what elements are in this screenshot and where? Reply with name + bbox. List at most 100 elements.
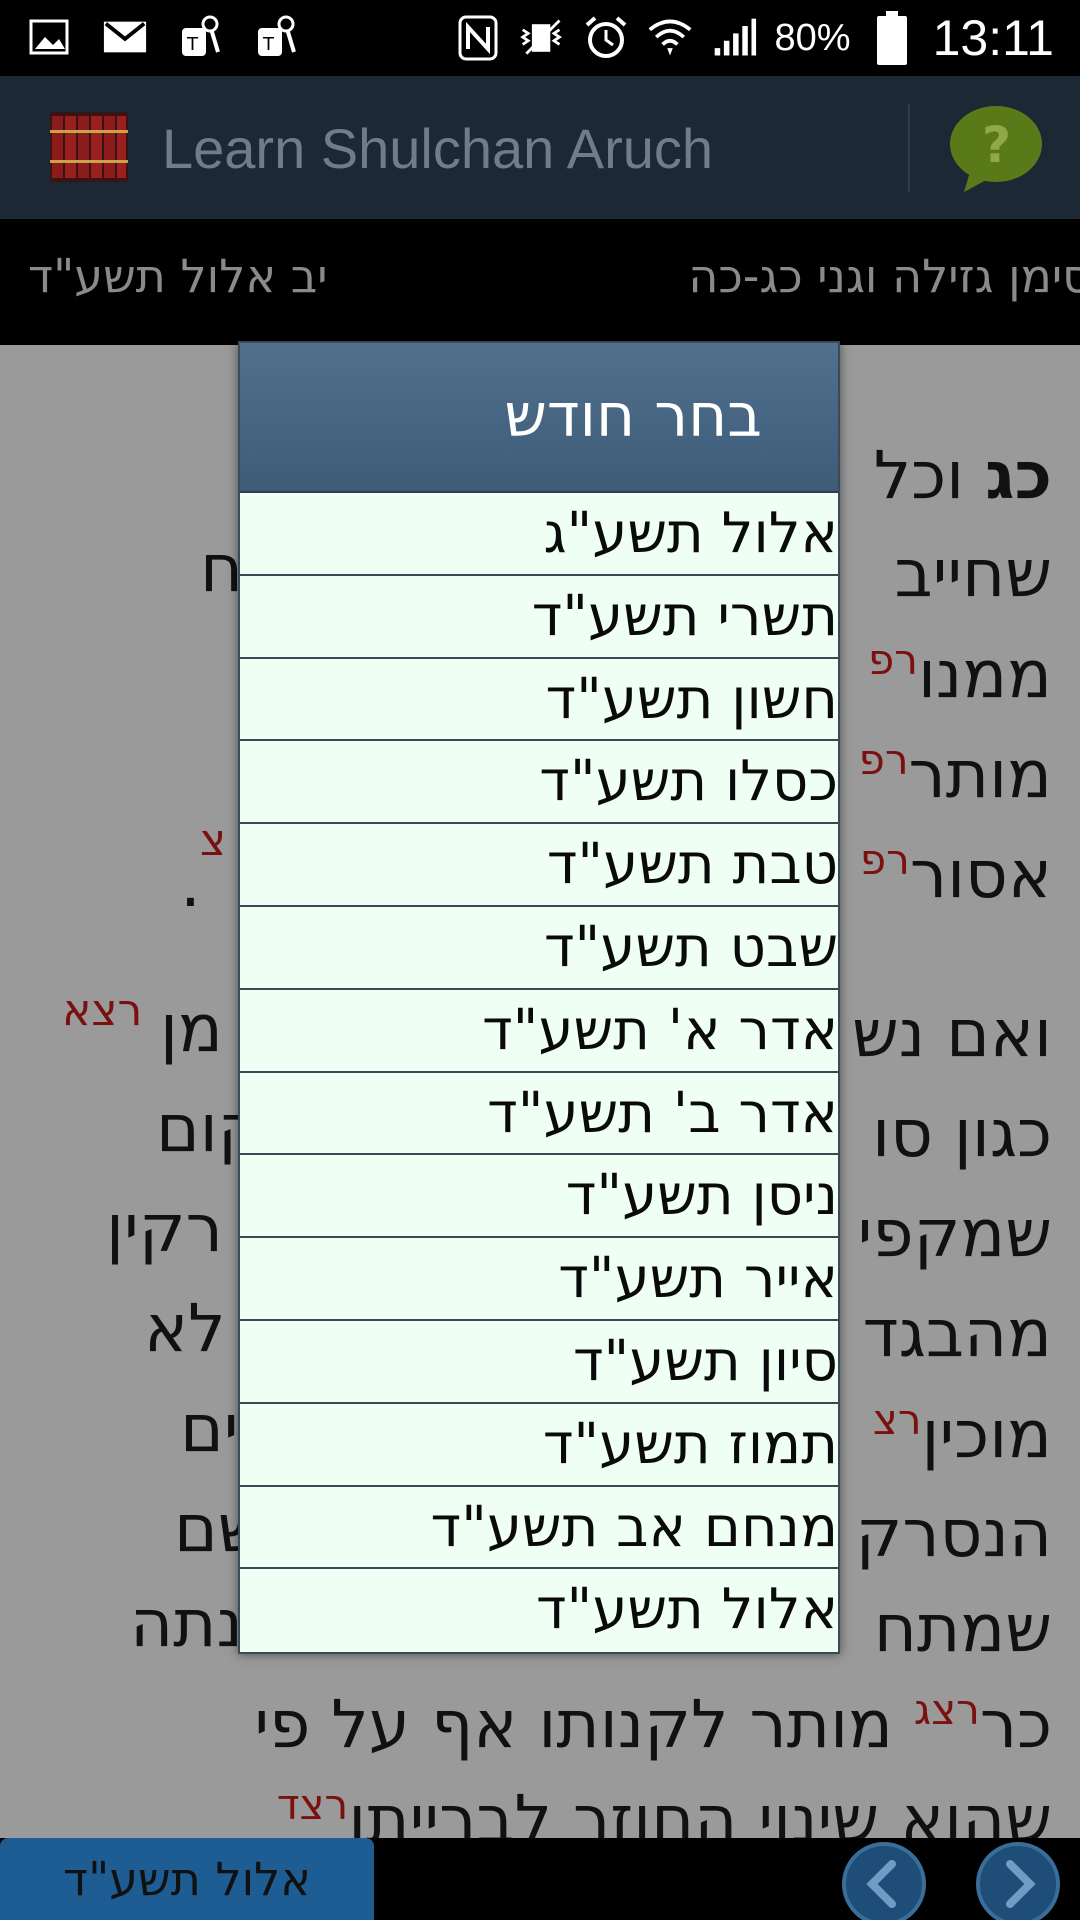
month-label: כסלו תשע"ד — [539, 749, 838, 815]
month-item[interactable]: חשון תשע"ד — [240, 659, 838, 742]
info-strip: סימן גזילה וגני כג-כה יב אלול תשע"ד — [0, 219, 1080, 345]
text-fragment: מן — [160, 990, 223, 1067]
text-span: כר — [979, 1686, 1052, 1763]
footnote-fragment: רצא — [62, 985, 143, 1036]
text-line: מהבגד — [862, 1295, 1052, 1372]
text-line: שמתח — [873, 1590, 1052, 1667]
text-line: שמקפי — [857, 1195, 1052, 1272]
month-item[interactable]: אייר תשע"ד — [240, 1238, 838, 1321]
footnote-marker[interactable]: רפ — [859, 735, 909, 784]
text-line: הנסרק — [855, 1495, 1052, 1572]
month-item[interactable]: שבט תשע"ד — [240, 907, 838, 990]
month-label: שבט תשע"ד — [543, 914, 838, 980]
app-title: Learn Shulchan Aruch — [162, 117, 714, 180]
help-bubble-icon[interactable]: ? — [946, 102, 1046, 194]
system-icons: 80% 13:11 — [455, 8, 1054, 68]
month-label: מנחם אב תשע"ד — [430, 1494, 838, 1560]
battery-icon — [869, 11, 915, 65]
text-line: כררצג מותר לקנותו אף על פי — [254, 1685, 1052, 1763]
footnote-marker[interactable]: רצד — [277, 1780, 349, 1829]
text-fragment: ים — [180, 1390, 239, 1467]
month-item[interactable]: אדר ב' תשע"ד — [240, 1073, 838, 1156]
svg-text:T: T — [262, 34, 275, 55]
text-fragment: רקין — [106, 1190, 223, 1267]
month-label: אלול תשע"ד — [535, 1577, 838, 1643]
month-item[interactable]: אלול תשע"ד — [240, 1569, 838, 1652]
text-span: מוכין — [921, 1396, 1052, 1473]
battery-percent: 80% — [774, 16, 851, 59]
text-span: ממנו — [917, 636, 1052, 713]
month-select-button[interactable]: אלול תשע"ד — [0, 1838, 374, 1920]
chevron-left-icon — [866, 1860, 896, 1908]
month-label: אדר א' תשע"ד — [482, 997, 838, 1063]
status-bar: T T 80% 13:11 — [0, 0, 1080, 76]
month-item[interactable]: טבת תשע"ד — [240, 824, 838, 907]
month-label: תשרי תשע"ד — [531, 583, 838, 649]
month-label: אדר ב' תשע"ד — [487, 1080, 838, 1146]
text-line: שחייב — [894, 535, 1052, 612]
month-item[interactable]: מנחם אב תשע"ד — [240, 1487, 838, 1570]
month-item[interactable]: אלול תשע"ג — [240, 493, 838, 576]
footnote-marker[interactable]: רפ — [860, 835, 910, 884]
month-picker-dialog: בחר חודש אלול תשע"ג תשרי תשע"ד חשון תשע"… — [238, 341, 840, 1654]
t-mobile-icon: T — [178, 14, 224, 60]
text-span: שהוא שינוי החוזר לברייתו — [348, 1781, 1052, 1838]
text-line: ממנורפ — [868, 635, 1052, 713]
text-line: כג וכל — [874, 437, 1052, 514]
month-label: אייר תשע"ד — [558, 1246, 838, 1312]
month-list: אלול תשע"ג תשרי תשע"ד חשון תשע"ד כסלו תש… — [240, 493, 838, 1652]
previous-button[interactable] — [842, 1842, 926, 1920]
month-button-label: אלול תשע"ד — [62, 1852, 312, 1906]
text-line: ואם נש — [851, 995, 1052, 1072]
month-item[interactable]: כסלו תשע"ד — [240, 741, 838, 825]
footnote-marker[interactable]: רצג — [914, 1685, 980, 1734]
text-line: מותררפ — [859, 735, 1052, 813]
month-item[interactable]: ניסן תשע"ד — [240, 1155, 838, 1239]
text-fragment: לא — [144, 1290, 226, 1367]
text-fragment: נתה — [130, 1585, 243, 1662]
dialog-header: בחר חודש — [240, 343, 838, 493]
month-item[interactable]: תשרי תשע"ד — [240, 576, 838, 659]
siman-number: כג — [985, 437, 1052, 514]
month-label: סיון תשע"ד — [572, 1328, 838, 1394]
footnote-fragment: צ — [200, 815, 227, 866]
footnote-marker[interactable]: רצ — [873, 1395, 922, 1444]
text-line: מוכיןרצ — [873, 1395, 1052, 1473]
dialog-title: בחר חודש — [504, 381, 762, 451]
chevron-right-icon — [1006, 1860, 1036, 1908]
month-item[interactable]: תמוז תשע"ד — [240, 1404, 838, 1487]
month-label: חשון תשע"ד — [545, 666, 838, 732]
alarm-icon — [583, 15, 629, 61]
wifi-icon — [647, 15, 693, 61]
gmail-icon — [102, 14, 148, 60]
text-line: שהוא שינוי החוזר לברייתורצד — [277, 1780, 1052, 1838]
current-section: סימן גזילה וגני כג-כה — [688, 249, 1080, 303]
month-label: ניסן תשע"ד — [565, 1163, 838, 1229]
gallery-icon — [26, 14, 72, 60]
vibrate-icon — [519, 15, 565, 61]
next-button[interactable] — [976, 1842, 1060, 1920]
books-icon[interactable] — [50, 112, 128, 182]
text-span: מותר — [908, 736, 1052, 813]
t-mobile-icon: T — [254, 14, 300, 60]
footnote-marker[interactable]: רפ — [868, 635, 918, 684]
month-label: טבת תשע"ד — [546, 832, 838, 898]
text-line: אסוררפ — [860, 835, 1052, 913]
text-span: אסור — [909, 836, 1052, 913]
notification-icons: T T — [26, 14, 300, 60]
text-span: מותר לקנותו אף על פי — [254, 1686, 893, 1763]
month-item[interactable]: אדר א' תשע"ד — [240, 990, 838, 1073]
text-fragment: . — [180, 845, 201, 922]
svg-text:?: ? — [982, 116, 1011, 174]
clock: 13:11 — [932, 10, 1054, 66]
signal-icon — [711, 15, 757, 61]
month-item[interactable]: סיון תשע"ד — [240, 1321, 838, 1404]
svg-text:T: T — [186, 34, 199, 55]
text-fragment: ח — [200, 530, 244, 607]
nfc-icon — [455, 15, 501, 61]
current-date: יב אלול תשע"ד — [28, 249, 328, 303]
month-label: אלול תשע"ג — [543, 501, 838, 566]
month-label: תמוז תשע"ד — [542, 1411, 838, 1477]
text-line: כגון סו — [872, 1095, 1052, 1172]
bottom-bar: אלול תשע"ד — [0, 1838, 1080, 1920]
